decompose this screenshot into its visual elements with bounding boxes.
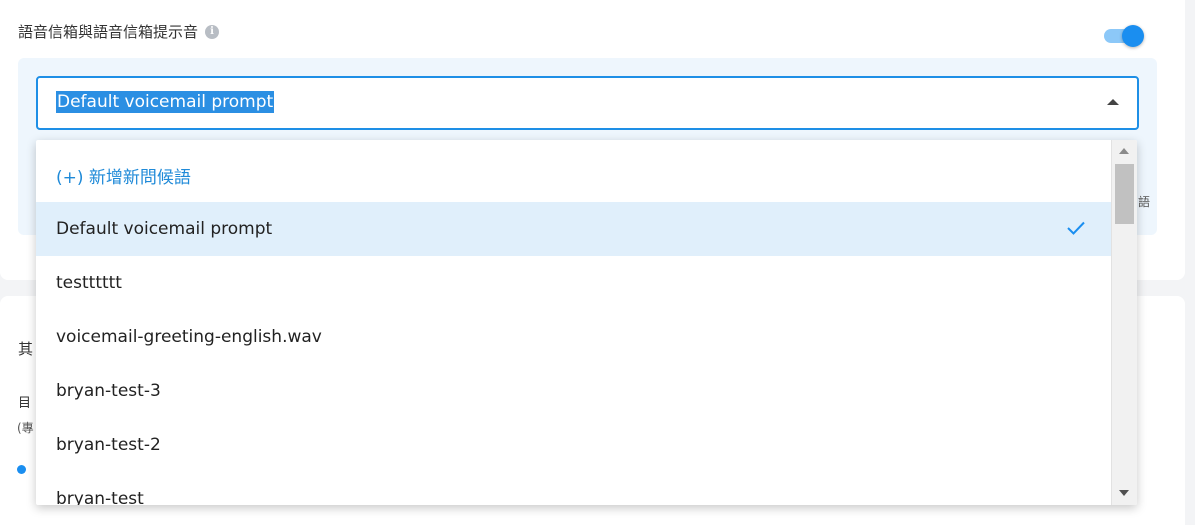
dropdown-option[interactable]: voicemail-greeting-english.wav (36, 310, 1112, 364)
dropdown-option[interactable]: Default voicemail prompt (36, 202, 1112, 256)
scroll-thumb[interactable] (1115, 164, 1134, 224)
other-section-note: (專 (17, 421, 34, 435)
option-label: testttttt (56, 273, 122, 293)
voicemail-section-title: 語音信箱與語音信箱提示音 (18, 23, 199, 41)
radio-dot[interactable] (17, 465, 26, 474)
option-label: (+) 新增新問候語 (56, 168, 191, 188)
option-label: Default voicemail prompt (56, 219, 273, 239)
option-label: bryan-test-3 (56, 381, 161, 401)
caret-up-icon[interactable] (1107, 99, 1119, 105)
check-icon (1067, 221, 1085, 235)
voicemail-prompt-dropdown[interactable]: (+) 新增新問候語 Default voicemail prompt test… (36, 140, 1137, 505)
info-icon[interactable]: i (205, 24, 220, 39)
scroll-down-icon[interactable] (1119, 490, 1129, 496)
panel-right-label: 語 (1138, 195, 1151, 209)
voicemail-section-header: 語音信箱與語音信箱提示音 i (18, 21, 220, 42)
option-label: voicemail-greeting-english.wav (56, 327, 322, 347)
dropdown-option[interactable]: bryan-test (36, 472, 1112, 505)
option-label: bryan-test (56, 489, 144, 505)
dropdown-option[interactable]: testttttt (36, 256, 1112, 310)
option-label: bryan-test-2 (56, 435, 161, 455)
add-new-greeting-option[interactable]: (+) 新增新問候語 (36, 151, 1112, 205)
dropdown-scrollbar[interactable] (1111, 140, 1137, 505)
select-value[interactable]: Default voicemail prompt (56, 91, 275, 113)
other-section-title: 其 (18, 340, 34, 358)
toggle-thumb (1122, 25, 1144, 47)
other-section-label: 目 (18, 396, 32, 411)
dropdown-option[interactable]: bryan-test-3 (36, 364, 1112, 418)
voicemail-toggle[interactable] (1104, 24, 1146, 50)
voicemail-prompt-select[interactable]: Default voicemail prompt (36, 76, 1139, 130)
scroll-up-icon[interactable] (1119, 148, 1129, 154)
dropdown-option[interactable]: bryan-test-2 (36, 418, 1112, 472)
